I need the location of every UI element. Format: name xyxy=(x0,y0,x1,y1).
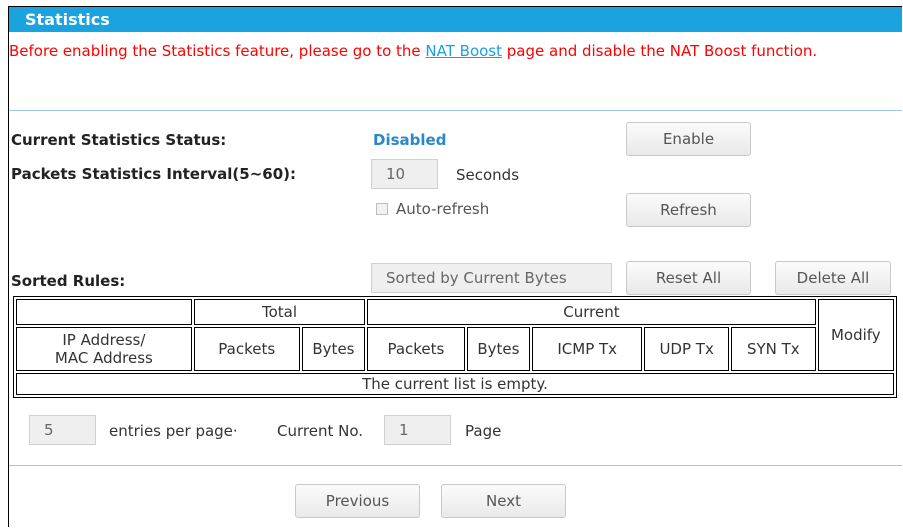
table-row: The current list is empty. xyxy=(16,373,894,395)
sort-select[interactable]: Sorted by Current Bytes xyxy=(371,263,612,293)
sorted-rules-label: Sorted Rules: xyxy=(11,272,126,290)
divider-top xyxy=(9,110,902,111)
header-total-bytes: Bytes xyxy=(301,327,366,371)
entries-per-page-input[interactable]: 5 xyxy=(29,415,96,445)
table-group-header-row: Total Current Modify xyxy=(16,299,894,371)
empty-list-message: The current list is empty. xyxy=(16,373,894,395)
status-value: Disabled xyxy=(373,131,447,149)
status-label: Current Statistics Status: xyxy=(11,131,227,149)
header-current: Current xyxy=(367,299,816,325)
previous-button[interactable]: Previous xyxy=(295,484,420,518)
header-syn-tx: SYN Tx xyxy=(730,327,816,371)
entries-per-page-label: entries per page· xyxy=(109,422,238,440)
interval-label: Packets Statistics Interval(5~60): xyxy=(11,165,296,183)
nat-boost-warning: Before enabling the Statistics feature, … xyxy=(9,41,889,61)
header-current-bytes: Bytes xyxy=(466,327,531,371)
current-page-input[interactable]: 1 xyxy=(384,415,451,445)
header-total: Total xyxy=(193,299,366,325)
header-udp-tx: UDP Tx xyxy=(644,327,729,371)
statistics-panel: Statistics Before enabling the Statistic… xyxy=(8,6,902,527)
divider-bottom xyxy=(9,465,902,466)
header-modify: Modify xyxy=(817,299,894,371)
auto-refresh-label: Auto-refresh xyxy=(396,200,490,218)
header-current-packets: Packets xyxy=(367,327,465,371)
header-ip-mac: IP Address/ MAC Address xyxy=(16,327,192,371)
interval-input[interactable]: 10 xyxy=(371,159,438,189)
enable-button[interactable]: Enable xyxy=(626,122,751,156)
page-label: Page xyxy=(465,422,502,440)
nat-boost-link[interactable]: NAT Boost xyxy=(425,42,502,60)
warning-text-before: Before enabling the Statistics feature, … xyxy=(9,42,426,60)
refresh-button[interactable]: Refresh xyxy=(626,193,751,227)
next-button[interactable]: Next xyxy=(441,484,566,518)
header-blank-cell xyxy=(16,299,192,325)
rules-table: Total Current Modify IP Address/ MAC Add… xyxy=(13,296,897,398)
delete-all-button[interactable]: Delete All xyxy=(775,261,891,295)
section-header: Statistics xyxy=(9,7,902,32)
interval-unit: Seconds xyxy=(456,166,520,184)
warning-text-after: page and disable the NAT Boost function. xyxy=(502,42,818,60)
table-column-header-row: IP Address/ MAC Address Packets Bytes Pa… xyxy=(16,327,894,371)
header-icmp-tx: ICMP Tx xyxy=(532,327,643,371)
auto-refresh-checkbox[interactable] xyxy=(376,203,388,215)
current-no-label: Current No. xyxy=(277,422,364,440)
reset-all-button[interactable]: Reset All xyxy=(626,261,751,295)
header-total-packets: Packets xyxy=(193,327,300,371)
